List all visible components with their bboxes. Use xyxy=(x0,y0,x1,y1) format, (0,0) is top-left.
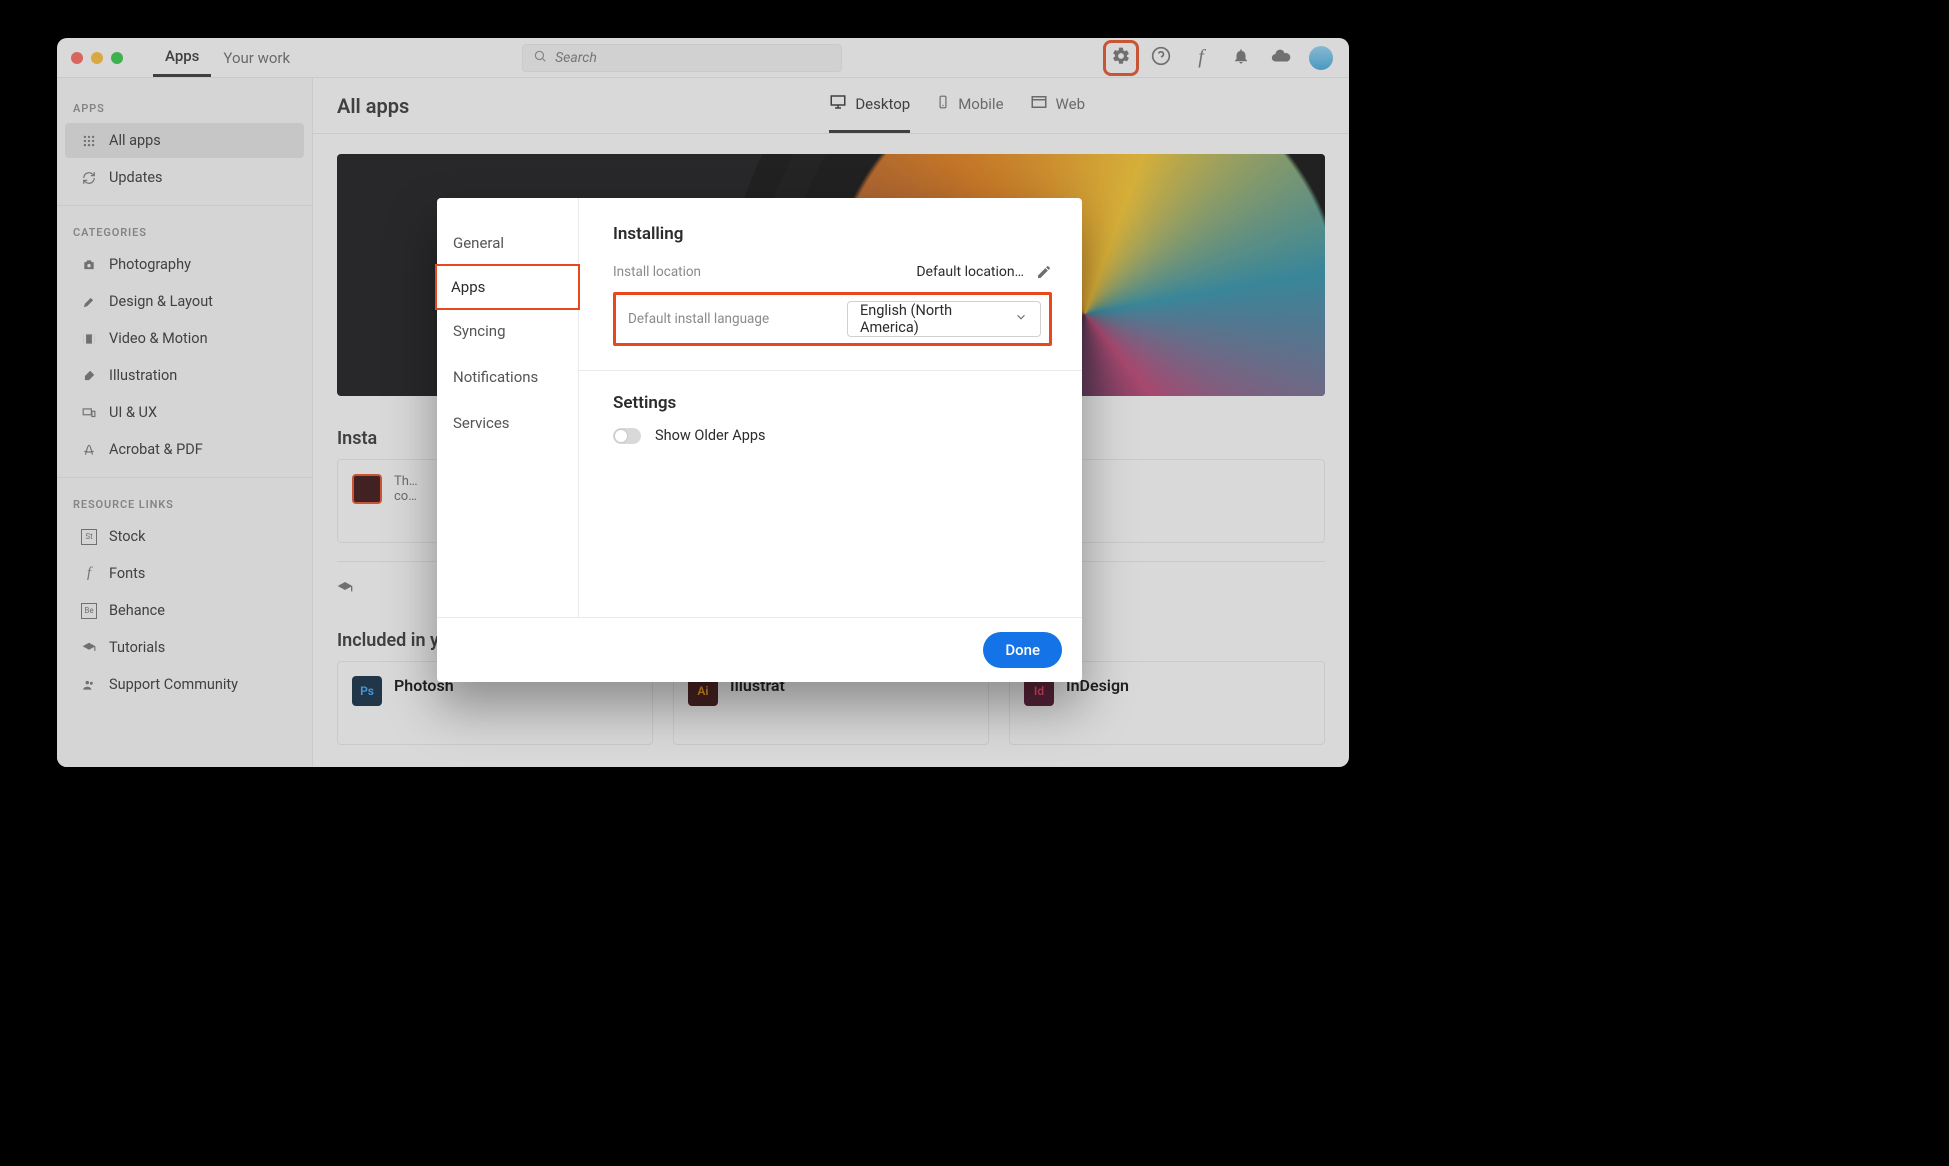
installing-heading: Installing xyxy=(613,224,1052,244)
edit-location-button[interactable] xyxy=(1036,264,1052,280)
modal-main: Installing Install location Default loca… xyxy=(579,198,1082,617)
preferences-modal: General Apps Syncing Notifications Servi… xyxy=(437,198,1082,682)
settings-heading: Settings xyxy=(613,393,1052,413)
modal-tab-general[interactable]: General xyxy=(437,220,578,266)
language-value: English (North America) xyxy=(860,302,1014,336)
app-window: Apps Your work f xyxy=(57,38,1349,767)
modal-tab-apps[interactable]: Apps xyxy=(435,264,580,310)
modal-tab-notifications[interactable]: Notifications xyxy=(437,354,578,400)
modal-tab-services[interactable]: Services xyxy=(437,400,578,446)
modal-tab-syncing[interactable]: Syncing xyxy=(437,308,578,354)
chevron-down-icon xyxy=(1014,310,1028,328)
modal-body: General Apps Syncing Notifications Servi… xyxy=(437,198,1082,617)
install-location-value: Default location… xyxy=(916,264,1024,280)
modal-footer: Done xyxy=(437,617,1082,682)
install-location-row: Install location Default location… xyxy=(613,258,1052,286)
default-language-row: Default install language English (North … xyxy=(613,292,1052,346)
show-older-label: Show Older Apps xyxy=(655,427,765,444)
show-older-row: Show Older Apps xyxy=(613,427,1052,444)
install-location-label: Install location xyxy=(613,264,701,280)
show-older-toggle[interactable] xyxy=(613,428,641,444)
default-language-label: Default install language xyxy=(628,311,769,327)
done-button[interactable]: Done xyxy=(983,632,1062,668)
pencil-icon xyxy=(1036,268,1052,284)
language-select[interactable]: English (North America) xyxy=(847,301,1041,337)
modal-sidebar: General Apps Syncing Notifications Servi… xyxy=(437,198,579,617)
